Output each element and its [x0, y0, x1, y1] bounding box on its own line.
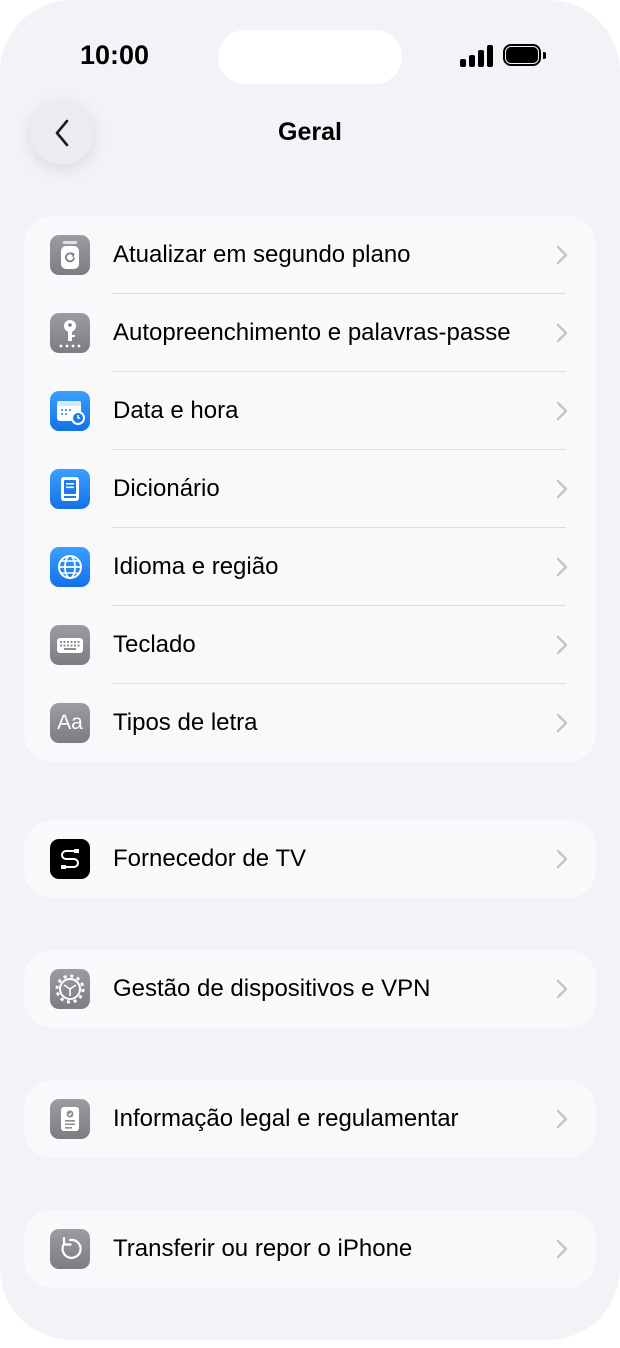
- chevron-right-icon: [556, 635, 568, 655]
- row-label: Dicionário: [113, 475, 220, 502]
- status-time: 10:00: [80, 40, 150, 70]
- reset-icon: [50, 1229, 90, 1269]
- row-label: Idioma e região: [113, 553, 279, 580]
- row-legal-regulatory[interactable]: Informação legal e regulamentar: [24, 1080, 596, 1158]
- row-transfer-reset-iphone[interactable]: Transferir ou repor o iPhone: [24, 1210, 596, 1288]
- fonts-icon-text: Aa: [57, 711, 83, 734]
- keyboard-icon: [50, 625, 90, 665]
- row-keyboard[interactable]: Teclado: [24, 606, 596, 684]
- settings-group-tv: Fornecedor de TV: [24, 820, 596, 898]
- battery-icon: [503, 44, 547, 68]
- settings-group-general: Atualizar em segundo plano Autopreenchim…: [24, 216, 596, 762]
- row-label: Informação legal e regulamentar: [113, 1105, 459, 1132]
- background-refresh-icon: [50, 235, 90, 275]
- row-language-region[interactable]: Idioma e região: [24, 528, 596, 606]
- settings-screen: 10:00 Geral Atualizar em segundo plano A…: [0, 0, 620, 1340]
- chevron-right-icon: [556, 323, 568, 343]
- chevron-right-icon: [556, 979, 568, 999]
- book-icon: [50, 469, 90, 509]
- row-autofill-passwords[interactable]: Autopreenchimento e palavras-passe: [24, 294, 596, 372]
- row-background-refresh[interactable]: Atualizar em segundo plano: [24, 216, 596, 294]
- key-icon: [50, 313, 90, 353]
- page-title: Geral: [278, 118, 342, 146]
- chevron-right-icon: [556, 1109, 568, 1129]
- chevron-right-icon: [556, 245, 568, 265]
- gear-icon: [50, 969, 90, 1009]
- row-label: Fornecedor de TV: [113, 845, 306, 872]
- row-label: Data e hora: [113, 397, 239, 424]
- settings-group-legal: Informação legal e regulamentar: [24, 1080, 596, 1158]
- row-date-time[interactable]: Data e hora: [24, 372, 596, 450]
- chevron-right-icon: [556, 401, 568, 421]
- chevron-right-icon: [556, 849, 568, 869]
- row-tv-provider[interactable]: Fornecedor de TV: [24, 820, 596, 898]
- globe-icon: [50, 547, 90, 587]
- row-label: Transferir ou repor o iPhone: [113, 1235, 413, 1262]
- settings-group-reset: Transferir ou repor o iPhone: [24, 1210, 596, 1288]
- row-device-management-vpn[interactable]: Gestão de dispositivos e VPN: [24, 950, 596, 1028]
- cellular-signal-icon: [460, 45, 494, 67]
- row-fonts[interactable]: Aa Tipos de letra: [24, 684, 596, 762]
- settings-group-vpn: Gestão de dispositivos e VPN: [24, 950, 596, 1028]
- row-label: Tipos de letra: [113, 709, 258, 736]
- chevron-right-icon: [556, 479, 568, 499]
- row-dictionary[interactable]: Dicionário: [24, 450, 596, 528]
- legal-document-icon: [50, 1099, 90, 1139]
- row-label: Gestão de dispositivos e VPN: [113, 975, 431, 1002]
- row-label: Teclado: [113, 631, 196, 658]
- chevron-right-icon: [556, 557, 568, 577]
- chevron-right-icon: [556, 713, 568, 733]
- row-label: Atualizar em segundo plano: [113, 241, 411, 268]
- chevron-right-icon: [556, 1239, 568, 1259]
- row-label: Autopreenchimento e palavras-passe: [113, 319, 511, 346]
- tv-provider-icon: [50, 839, 90, 879]
- calendar-clock-icon: [50, 391, 90, 431]
- dynamic-island: [218, 30, 402, 84]
- fonts-icon: Aa: [50, 703, 90, 743]
